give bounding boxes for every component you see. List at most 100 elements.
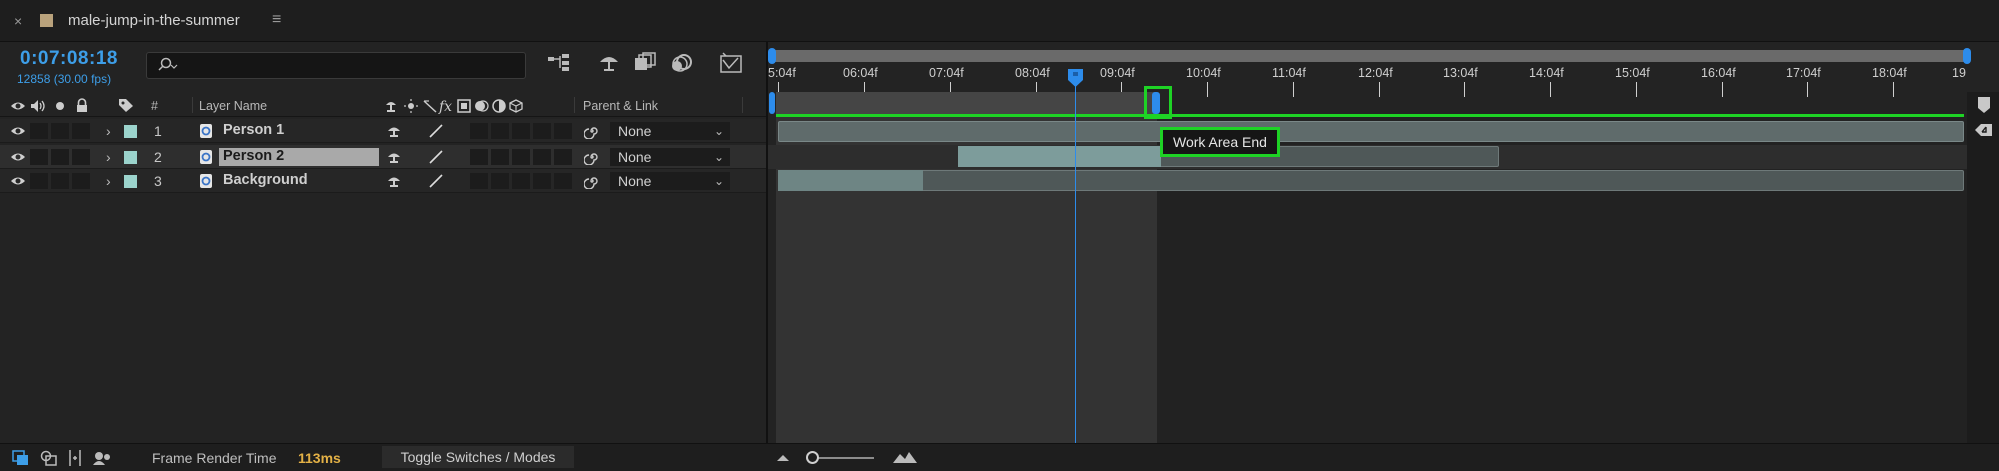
time-navigator-start-handle[interactable] xyxy=(768,48,776,64)
timeline-zoom-slider-track[interactable] xyxy=(810,457,874,459)
audio-toggle[interactable] xyxy=(30,173,48,189)
column-parent-link-header[interactable]: Parent & Link xyxy=(583,99,658,113)
ruler-tick-label: 10:04f xyxy=(1186,66,1221,80)
label-tag-icon[interactable] xyxy=(118,98,134,113)
layer-row[interactable]: › 2 Person 2 None ⌄ xyxy=(0,145,766,169)
composition-flowchart-icon[interactable] xyxy=(546,52,572,74)
pick-whip-icon[interactable] xyxy=(584,149,600,165)
layer-name[interactable]: Person 1 xyxy=(219,122,288,140)
layer-search-input[interactable] xyxy=(146,52,526,79)
audio-switch-icon[interactable] xyxy=(29,99,47,113)
comp-marker-bin-icon[interactable] xyxy=(1976,96,1992,114)
frame-blend-toggle[interactable] xyxy=(491,149,509,165)
toggle-switches-modes-button[interactable]: Toggle Switches / Modes xyxy=(382,446,574,468)
motion-blur-toggle[interactable] xyxy=(512,149,530,165)
shy-switch-icon[interactable] xyxy=(386,173,402,189)
graph-editor-icon[interactable] xyxy=(718,52,744,74)
timeline-zoom-slider-handle[interactable] xyxy=(806,451,819,464)
panel-menu-icon[interactable]: ≡ xyxy=(272,11,281,29)
lock-toggle[interactable] xyxy=(72,123,90,139)
layer-name[interactable]: Person 2 xyxy=(219,148,379,166)
frame-blend-toggle[interactable] xyxy=(491,123,509,139)
column-number-header[interactable]: # xyxy=(151,99,158,113)
ruler-tick-label: 08:04f xyxy=(1015,66,1050,80)
motion-blur-icon[interactable] xyxy=(670,52,696,74)
adjustment-toggle[interactable] xyxy=(533,173,551,189)
solo-toggle[interactable] xyxy=(51,173,69,189)
zoom-out-icon[interactable] xyxy=(775,452,791,462)
motion-blur-toggle[interactable] xyxy=(512,123,530,139)
time-navigator-bar[interactable] xyxy=(771,50,1968,62)
ruler-tick xyxy=(1893,82,1894,97)
layer-row[interactable]: › 3 Background None ⌄ xyxy=(0,169,766,193)
parent-dropdown-value: None xyxy=(618,173,652,189)
shy-switch-icon[interactable] xyxy=(386,123,402,139)
video-switch-icon[interactable] xyxy=(10,99,26,113)
effects-toggle[interactable] xyxy=(470,173,488,189)
work-area-bar[interactable] xyxy=(776,92,1157,116)
pick-whip-icon[interactable] xyxy=(584,173,600,189)
column-layer-name-header[interactable]: Layer Name xyxy=(199,99,267,113)
lock-toggle[interactable] xyxy=(72,173,90,189)
layer-number: 2 xyxy=(154,149,162,165)
close-tab-icon[interactable]: × xyxy=(14,13,22,29)
parent-dropdown[interactable]: None ⌄ xyxy=(610,148,730,166)
3d-layer-toggle[interactable] xyxy=(554,173,572,189)
parent-dropdown[interactable]: None ⌄ xyxy=(610,122,730,140)
solo-toggle[interactable] xyxy=(51,149,69,165)
quality-switch-icon[interactable] xyxy=(428,150,444,164)
visibility-eye-icon[interactable] xyxy=(10,175,26,187)
composition-mini-flowchart-icon[interactable] xyxy=(12,450,30,466)
expand-chevron-icon[interactable]: › xyxy=(106,149,111,165)
solo-switch-icon[interactable] xyxy=(55,101,65,111)
layer-duration-bar-work-area[interactable] xyxy=(778,170,923,191)
effects-toggle[interactable] xyxy=(470,123,488,139)
expand-chevron-icon[interactable]: › xyxy=(106,123,111,139)
layer-label-color[interactable] xyxy=(124,125,137,138)
marker-add-icon[interactable] xyxy=(1974,122,1994,138)
comp-tab-title[interactable]: male-jump-in-the-summer xyxy=(68,12,240,29)
playhead-marker-icon[interactable] xyxy=(1067,68,1084,88)
quality-switch-icon[interactable] xyxy=(428,124,444,138)
expand-chevron-icon[interactable]: › xyxy=(106,173,111,189)
lock-switch-icon[interactable] xyxy=(75,98,89,113)
layer-duration-bar[interactable] xyxy=(778,170,1964,191)
3d-layer-toggle[interactable] xyxy=(554,123,572,139)
quality-switch-icon[interactable] xyxy=(428,174,444,188)
in-out-switches-icon[interactable] xyxy=(66,449,84,467)
layer-row[interactable]: › 1 Person 1 None ⌄ xyxy=(0,119,766,143)
adjustment-toggle[interactable] xyxy=(533,123,551,139)
solo-toggle[interactable] xyxy=(51,123,69,139)
lock-toggle[interactable] xyxy=(72,149,90,165)
work-area-start-handle[interactable] xyxy=(769,92,775,114)
layer-name[interactable]: Background xyxy=(219,172,312,190)
frame-blending-icon[interactable] xyxy=(632,52,658,74)
layer-duration-bar[interactable] xyxy=(778,121,1964,142)
draft-3d-icon[interactable] xyxy=(92,450,112,466)
adjustment-toggle[interactable] xyxy=(533,149,551,165)
current-time-display[interactable]: 0:07:08:18 xyxy=(20,48,118,70)
layer-label-color[interactable] xyxy=(124,175,137,188)
motion-blur-toggle[interactable] xyxy=(512,173,530,189)
status-bar: Frame Render Time 113ms Toggle Switches … xyxy=(0,443,1999,471)
shy-layers-icon[interactable] xyxy=(596,52,622,74)
pick-whip-icon[interactable] xyxy=(584,123,600,139)
shy-switch-icon[interactable] xyxy=(386,149,402,165)
time-navigator-end-handle[interactable] xyxy=(1963,48,1971,64)
3d-layer-toggle[interactable] xyxy=(554,149,572,165)
visibility-eye-icon[interactable] xyxy=(10,125,26,137)
visibility-eye-icon[interactable] xyxy=(10,151,26,163)
layer-label-color[interactable] xyxy=(124,151,137,164)
frame-count-fps: 12858 (30.00 fps) xyxy=(17,72,112,86)
zoom-in-icon[interactable] xyxy=(892,450,918,464)
layer-duration-bar-work-area[interactable] xyxy=(958,146,1161,167)
audio-toggle[interactable] xyxy=(30,123,48,139)
ruler-tick-label: 09:04f xyxy=(1100,66,1135,80)
parent-dropdown[interactable]: None ⌄ xyxy=(610,172,730,190)
effects-toggle[interactable] xyxy=(470,149,488,165)
ruler-tick xyxy=(1464,82,1465,97)
audio-toggle[interactable] xyxy=(30,149,48,165)
render-layers-icon[interactable] xyxy=(40,450,58,466)
playhead-line[interactable] xyxy=(1075,74,1076,443)
frame-blend-toggle[interactable] xyxy=(491,173,509,189)
